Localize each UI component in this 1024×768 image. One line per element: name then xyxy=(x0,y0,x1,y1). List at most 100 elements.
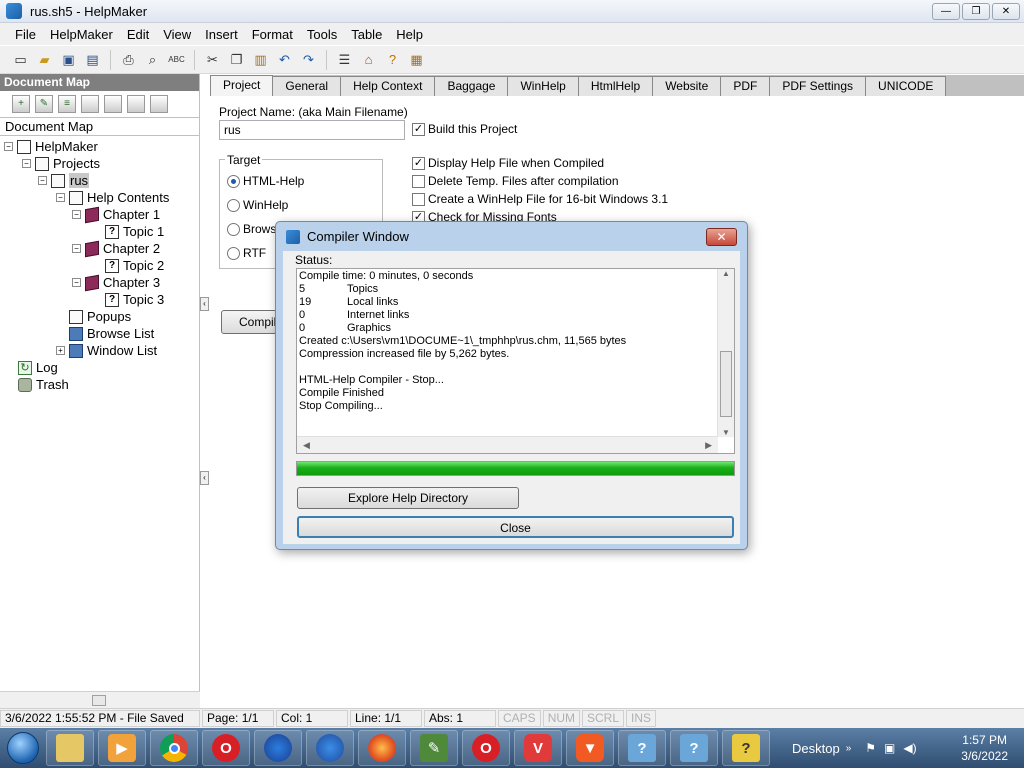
scroll-right-icon[interactable]: ▶ xyxy=(705,440,712,451)
tab-unicode[interactable]: UNICODE xyxy=(865,76,947,96)
menu-format[interactable]: Format xyxy=(245,27,300,42)
spellcheck-icon[interactable]: ABC xyxy=(166,49,187,70)
help-icon[interactable]: ? xyxy=(382,49,403,70)
menu-view[interactable]: View xyxy=(156,27,198,42)
menu-file[interactable]: File xyxy=(8,27,43,42)
menu-insert[interactable]: Insert xyxy=(198,27,245,42)
tab-project[interactable]: Project xyxy=(210,75,274,96)
taskbar-vivaldi[interactable]: V xyxy=(514,730,562,766)
taskbar-firefox-dev[interactable] xyxy=(254,730,302,766)
document-map-scrollbar[interactable] xyxy=(0,691,200,708)
collapse-icon[interactable]: − xyxy=(22,159,31,168)
tree-node-chapter-1[interactable]: − Chapter 1 xyxy=(0,206,199,223)
print-preview-icon[interactable]: ⌕ xyxy=(142,49,163,70)
menu-edit[interactable]: Edit xyxy=(120,27,156,42)
start-button[interactable] xyxy=(0,728,46,768)
winhelp16-checkbox[interactable] xyxy=(412,193,425,206)
taskbar-help-2[interactable]: ? xyxy=(670,730,718,766)
explore-help-directory-button[interactable]: Explore Help Directory xyxy=(297,487,519,509)
tab-help-context[interactable]: Help Context xyxy=(340,76,436,96)
volume-icon[interactable]: ◀) xyxy=(903,741,916,755)
target-html-help-radio[interactable] xyxy=(227,175,240,188)
tree-node-topic-1[interactable]: ? Topic 1 xyxy=(0,223,199,240)
taskbar-firefox-nightly[interactable] xyxy=(306,730,354,766)
dialog-close-button[interactable]: Close xyxy=(297,516,734,538)
desktop-toolbar-label[interactable]: Desktop xyxy=(792,741,840,756)
build-project-checkbox[interactable]: ✓ xyxy=(412,123,425,136)
tree-node-trash[interactable]: Trash xyxy=(0,376,199,393)
save-icon[interactable]: ▣ xyxy=(58,49,79,70)
taskbar-help-1[interactable]: ? xyxy=(618,730,666,766)
splitter-left-arrow-icon[interactable]: ‹ xyxy=(200,471,209,485)
splitter-left-arrow-icon[interactable]: ‹ xyxy=(200,297,209,311)
scroll-down-icon[interactable]: ▼ xyxy=(718,428,734,437)
tab-general[interactable]: General xyxy=(272,76,342,96)
collapse-icon[interactable]: − xyxy=(4,142,13,151)
tree-node-helpmaker[interactable]: − HelpMaker xyxy=(0,138,199,155)
paste-icon[interactable]: ▥ xyxy=(250,49,271,70)
menu-tools[interactable]: Tools xyxy=(300,27,344,42)
target-rtf-radio[interactable] xyxy=(227,247,240,260)
expand-icon[interactable]: + xyxy=(56,346,65,355)
copy-icon[interactable]: ❐ xyxy=(226,49,247,70)
taskbar-helpmaker[interactable]: ? xyxy=(722,730,770,766)
undo-icon[interactable]: ↶ xyxy=(274,49,295,70)
tab-pdf[interactable]: PDF xyxy=(720,76,771,96)
tree-node-popups[interactable]: Popups xyxy=(0,308,199,325)
taskbar-opera[interactable]: O xyxy=(202,730,250,766)
move-down-icon[interactable] xyxy=(127,95,145,113)
move-right-icon[interactable] xyxy=(150,95,168,113)
tree-node-help-contents[interactable]: − Help Contents xyxy=(0,189,199,206)
project-name-input[interactable]: rus xyxy=(219,120,405,140)
taskbar-brave[interactable]: ▼ xyxy=(566,730,614,766)
collapse-icon[interactable]: − xyxy=(72,278,81,287)
scroll-up-icon[interactable]: ▲ xyxy=(718,269,734,278)
tree-node-chapter-3[interactable]: − Chapter 3 xyxy=(0,274,199,291)
dialog-close-icon[interactable]: ✕ xyxy=(706,228,737,246)
minimize-button[interactable]: — xyxy=(932,3,960,20)
scroll-left-icon[interactable]: ◀ xyxy=(303,440,310,451)
tab-pdf-settings[interactable]: PDF Settings xyxy=(769,76,867,96)
tree-node-topic-3[interactable]: ? Topic 3 xyxy=(0,291,199,308)
menu-help[interactable]: Help xyxy=(389,27,430,42)
target-browse-radio[interactable] xyxy=(227,223,240,236)
menu-helpmaker[interactable]: HelpMaker xyxy=(43,27,120,42)
print-icon[interactable]: ⎙ xyxy=(118,49,139,70)
scrollbar-thumb[interactable] xyxy=(720,351,732,417)
tree-node-log[interactable]: ↻ Log xyxy=(0,359,199,376)
flag-icon[interactable]: ⚑ xyxy=(865,741,876,755)
tree-node-window-list[interactable]: + Window List xyxy=(0,342,199,359)
log-vertical-scrollbar[interactable]: ▲ ▼ xyxy=(717,269,734,437)
target-winhelp-radio[interactable] xyxy=(227,199,240,212)
network-icon[interactable]: ▣ xyxy=(884,741,895,755)
properties-icon[interactable]: ☰ xyxy=(334,49,355,70)
chevron-icon[interactable]: » xyxy=(846,743,852,754)
taskbar-app-green[interactable]: ✎ xyxy=(410,730,458,766)
list-icon[interactable]: ≡ xyxy=(58,95,76,113)
open-icon[interactable]: ▰ xyxy=(34,49,55,70)
delete-temp-checkbox[interactable] xyxy=(412,175,425,188)
tab-htmlhelp[interactable]: HtmlHelp xyxy=(577,76,654,96)
menu-table[interactable]: Table xyxy=(344,27,389,42)
collapse-icon[interactable]: − xyxy=(72,210,81,219)
tree-node-project-rus[interactable]: − rus xyxy=(0,172,199,189)
cut-icon[interactable]: ✂ xyxy=(202,49,223,70)
build-icon[interactable]: ⌂ xyxy=(358,49,379,70)
collapse-icon[interactable]: − xyxy=(38,176,47,185)
scrollbar-thumb[interactable] xyxy=(92,695,106,706)
compile-log[interactable]: Compile time: 0 minutes, 0 seconds 5 Topic… xyxy=(296,268,735,454)
tree-node-projects[interactable]: − Projects xyxy=(0,155,199,172)
display-help-checkbox[interactable]: ✓ xyxy=(412,157,425,170)
taskbar-chrome[interactable] xyxy=(150,730,198,766)
move-up-icon[interactable] xyxy=(104,95,122,113)
log-horizontal-scrollbar[interactable]: ◀ ▶ xyxy=(297,436,718,453)
close-button[interactable]: ✕ xyxy=(992,3,1020,20)
taskbar-media-player[interactable]: ▶ xyxy=(98,730,146,766)
maximize-button[interactable]: ❐ xyxy=(962,3,990,20)
taskbar-firefox[interactable] xyxy=(358,730,406,766)
add-item-icon[interactable]: + xyxy=(12,95,30,113)
save-all-icon[interactable]: ▤ xyxy=(82,49,103,70)
collapse-icon[interactable]: − xyxy=(56,193,65,202)
redo-icon[interactable]: ↷ xyxy=(298,49,319,70)
tree-node-topic-2[interactable]: ? Topic 2 xyxy=(0,257,199,274)
